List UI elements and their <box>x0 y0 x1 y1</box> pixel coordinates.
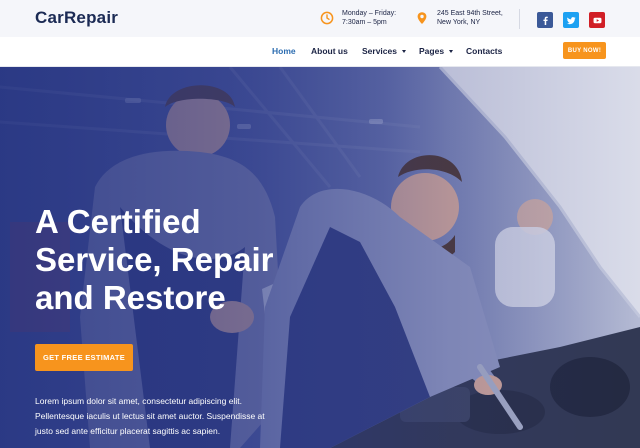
facebook-icon <box>542 16 548 25</box>
hero-description-line: Lorem ipsum dolor sit amet, consectetur … <box>35 396 242 406</box>
nav-home-label: Home <box>272 46 296 56</box>
youtube-button[interactable] <box>589 12 605 28</box>
buy-now-button[interactable]: BUY NOW! <box>563 42 606 59</box>
nav-contacts-label: Contacts <box>466 46 503 56</box>
nav-about-us[interactable]: About us <box>311 46 348 56</box>
hours-line-1: Monday – Friday: <box>342 10 397 17</box>
facebook-button[interactable] <box>537 12 553 28</box>
hero-section: A Certified Service, Repair and Restore … <box>0 67 640 448</box>
twitter-icon <box>566 16 576 24</box>
nav-services[interactable]: Services <box>362 46 406 56</box>
nav-contacts[interactable]: Contacts <box>466 46 502 56</box>
hero-title: A Certified Service, Repair and Restore <box>35 203 325 317</box>
nav-about-us-label: About us <box>311 46 348 56</box>
top-info-bar: CarRepair Monday – Friday: 7:30am – 5pm … <box>0 0 640 37</box>
twitter-button[interactable] <box>563 12 579 28</box>
chevron-down-icon <box>401 49 406 53</box>
hero-description-line: justo sed ante efficitur placerat sagitt… <box>35 426 221 436</box>
hero-description: Lorem ipsum dolor sit amet, consectetur … <box>35 394 275 439</box>
nav-pages[interactable]: Pages <box>419 46 454 56</box>
address-line-2: New York, NY <box>437 19 481 26</box>
youtube-icon <box>593 17 601 23</box>
nav-pages-label: Pages <box>419 46 445 56</box>
clock-icon <box>320 11 334 25</box>
business-hours: Monday – Friday: 7:30am – 5pm <box>320 9 396 27</box>
get-free-estimate-button[interactable]: GET FREE ESTIMATE <box>35 344 133 371</box>
address-line-1: 245 East 94th Street, <box>437 10 503 17</box>
chevron-down-icon <box>449 49 454 53</box>
hero-title-line: A Certified <box>35 203 201 240</box>
nav-services-label: Services <box>362 46 397 56</box>
nav-home[interactable]: Home <box>272 46 296 56</box>
hero-description-line: Pellentesque iaculis ut lectus sit amet … <box>35 411 265 421</box>
hero-title-line: Service, Repair <box>35 241 274 278</box>
address: 245 East 94th Street, New York, NY <box>415 9 503 27</box>
divider <box>519 9 520 29</box>
main-navigation: Home About us Services Pages Contacts <box>0 37 640 67</box>
hours-line-2: 7:30am – 5pm <box>342 19 387 26</box>
map-pin-icon <box>417 12 427 24</box>
hero-title-line: and Restore <box>35 279 226 316</box>
logo[interactable]: CarRepair <box>35 8 118 28</box>
